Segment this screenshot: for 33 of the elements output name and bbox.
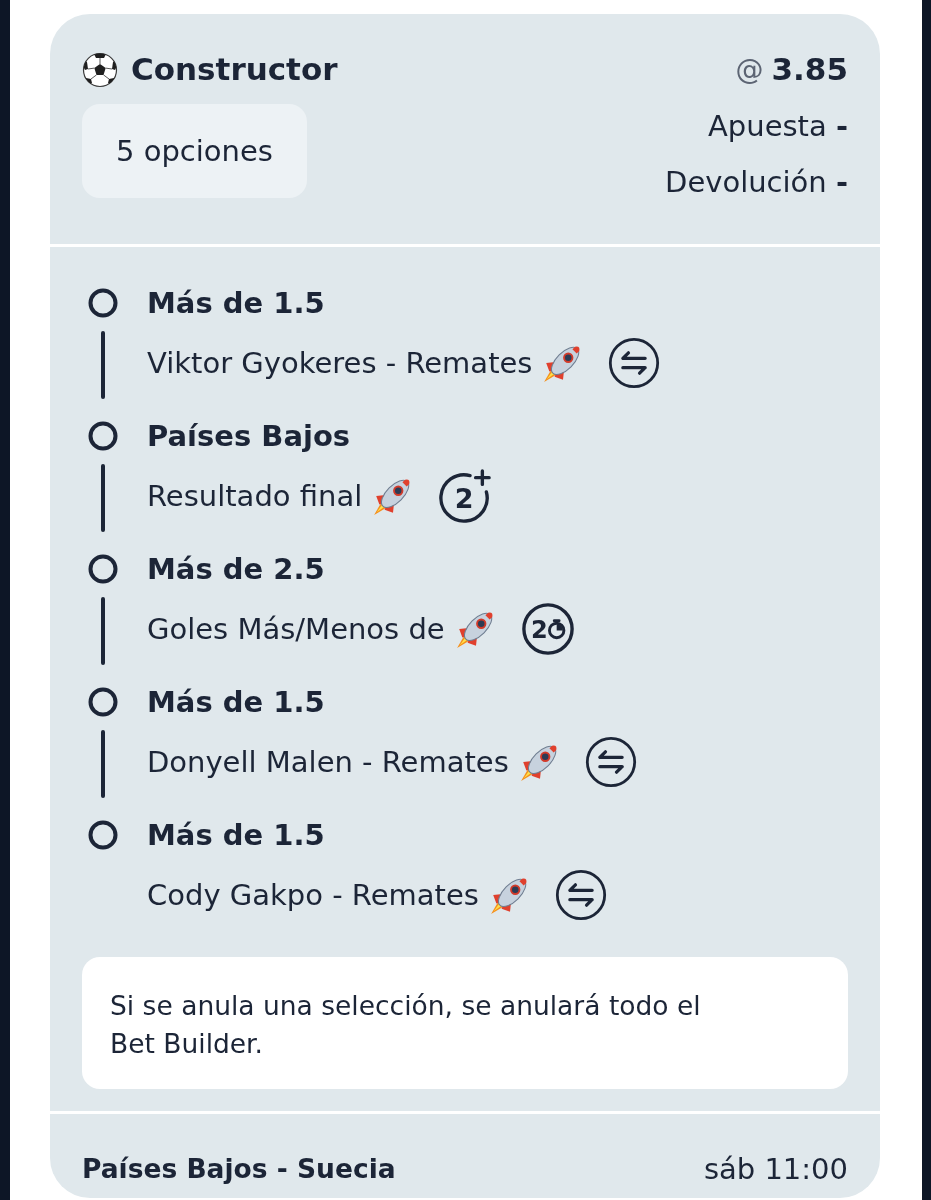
market-name: Viktor Gyokeres - Remates <box>147 345 533 381</box>
kickoff-time: sáb 11:00 <box>703 1151 848 1187</box>
match-name: Países Bajos - Suecia <box>82 1153 396 1185</box>
circled-two-stopwatch-icon: 2 <box>520 602 575 656</box>
timeline-connector <box>101 331 105 399</box>
selection-title: Más de 1.5 <box>147 817 325 853</box>
timeline-connector <box>101 464 105 532</box>
odds-prefix: @ <box>735 53 764 87</box>
notice-message: Si se anula una selección, se anulará todo el Bet Builder. <box>82 957 848 1089</box>
selection-title: Más de 2.5 <box>147 551 325 587</box>
market-name: Donyell Malen - Remates <box>147 744 509 780</box>
bet-title: Constructor <box>131 51 338 89</box>
soccer-ball-icon <box>82 52 118 88</box>
timeline-node-icon <box>88 820 118 850</box>
selection-title: Más de 1.5 <box>147 285 325 321</box>
market-name: Resultado final <box>147 478 363 514</box>
timeline-node-icon <box>88 421 118 451</box>
timeline-node-icon <box>88 687 118 717</box>
options-button[interactable]: 5 opciones <box>82 104 307 198</box>
swap-icon <box>584 736 637 788</box>
timeline-connector <box>101 597 105 665</box>
summary-line: Devolución - <box>665 164 848 200</box>
timeline-connector <box>101 730 105 798</box>
timeline-node-icon <box>88 288 118 318</box>
market-name: Goles Más/Menos de <box>147 611 445 647</box>
selection-title: Más de 1.5 <box>147 684 325 720</box>
swap-icon <box>608 337 661 389</box>
odds-value: 3.85 <box>771 51 848 89</box>
swap-icon <box>554 869 607 921</box>
market-name: Cody Gakpo - Remates <box>147 877 479 913</box>
selection-title: Países Bajos <box>147 418 351 454</box>
timeline-node-icon <box>88 554 118 584</box>
summary-line: Apuesta - <box>708 108 848 144</box>
